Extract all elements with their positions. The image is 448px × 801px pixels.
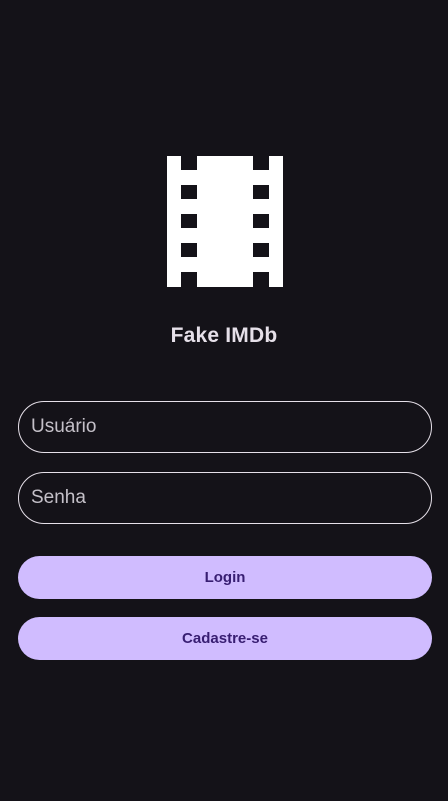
password-input[interactable] [19, 473, 431, 523]
film-strip-icon [167, 156, 283, 287]
signup-button[interactable]: Cadastre-se [18, 617, 432, 660]
username-input[interactable] [19, 402, 431, 452]
login-button[interactable]: Login [18, 556, 432, 599]
password-field[interactable] [18, 472, 432, 524]
login-screen: Fake IMDb Login Cadastre-se [0, 0, 448, 801]
app-title: Fake IMDb [170, 324, 278, 347]
username-field[interactable] [18, 401, 432, 453]
